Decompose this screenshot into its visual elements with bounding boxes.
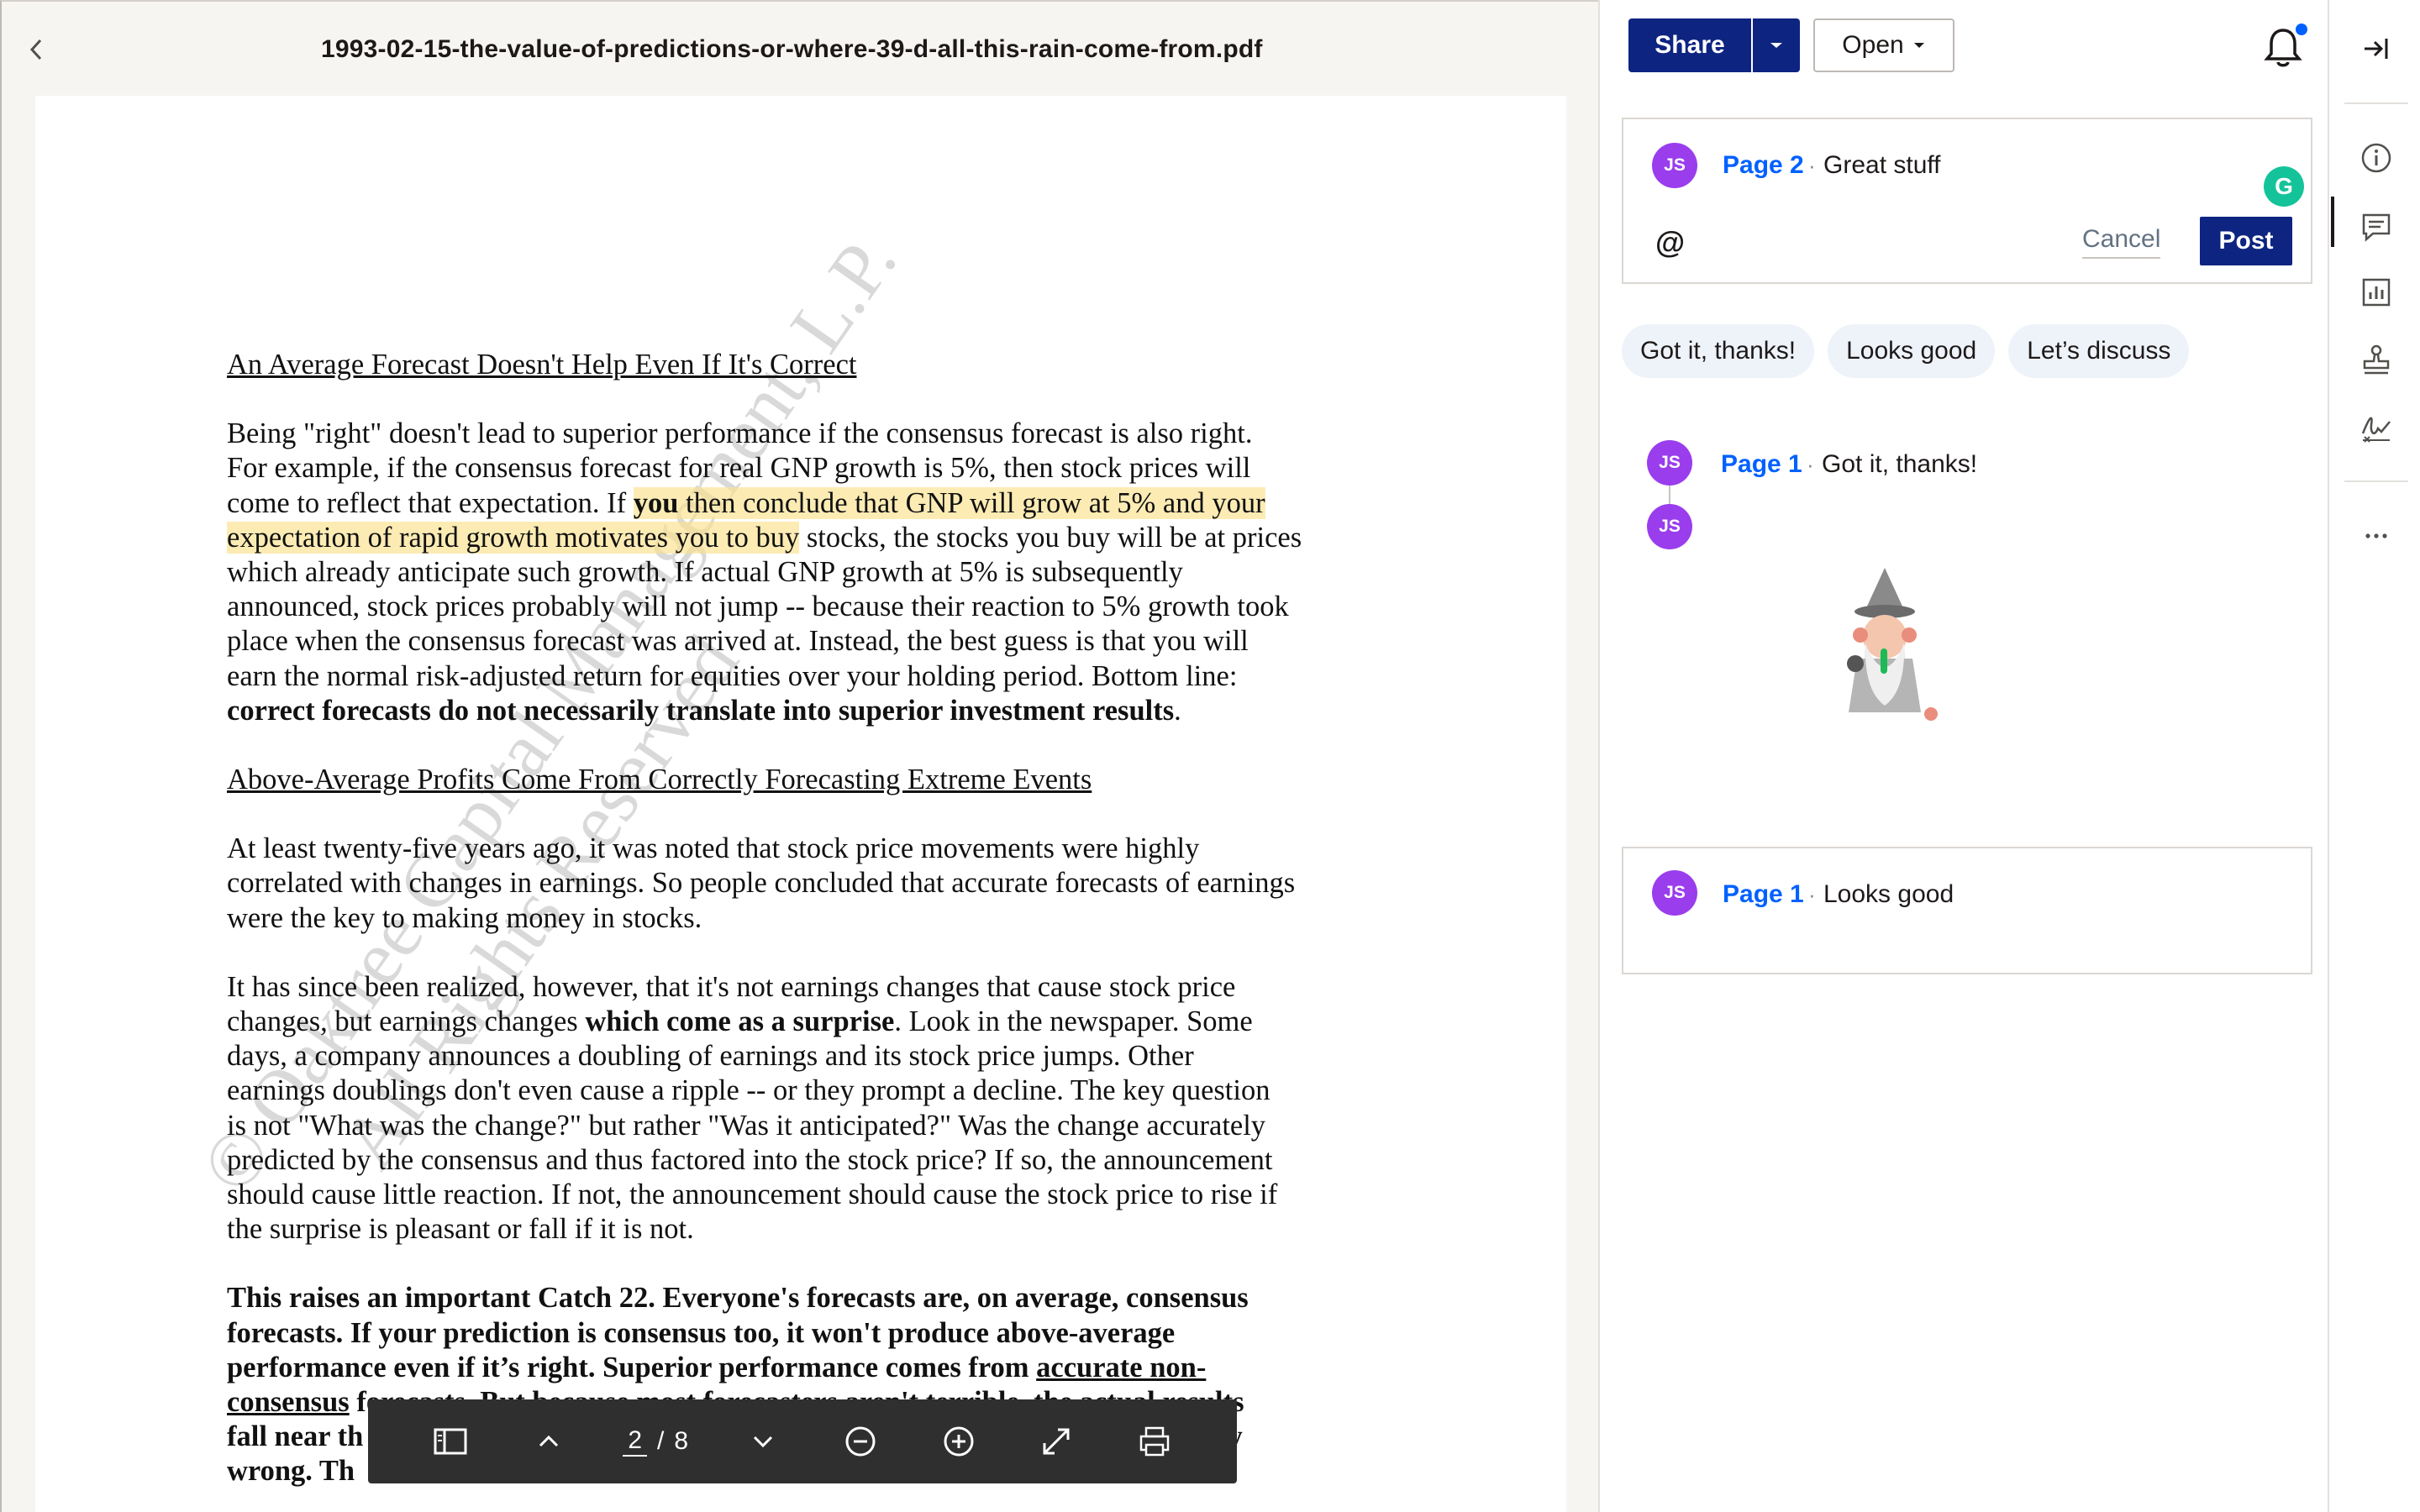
print-button[interactable] xyxy=(1131,1418,1178,1465)
zoom-in-icon xyxy=(944,1426,974,1457)
comment-text: Looks good xyxy=(1823,880,1954,908)
comments-button[interactable] xyxy=(2358,208,2395,245)
caret-down-icon xyxy=(1770,43,1782,48)
chevron-left-icon xyxy=(29,39,42,60)
total-pages: 8 xyxy=(674,1427,689,1455)
zoom-out-button[interactable] xyxy=(837,1418,884,1465)
page-toolbar: 2 / 8 xyxy=(368,1399,1237,1483)
caret-down-icon xyxy=(1913,43,1924,48)
active-indicator xyxy=(2331,197,2334,247)
fullscreen-button[interactable] xyxy=(1033,1418,1080,1465)
paragraph: At least twenty-five years ago, it was n… xyxy=(227,832,1296,934)
notification-dot xyxy=(2296,24,2307,35)
paragraph: It has since been realized, however, tha… xyxy=(227,970,1278,1246)
quick-reply-chip[interactable]: Let’s discuss xyxy=(2008,324,2190,378)
info-icon xyxy=(2361,143,2391,173)
rail-divider xyxy=(2344,102,2408,104)
avatar: JS xyxy=(1652,143,1697,188)
more-icon xyxy=(2365,533,2387,538)
highlight[interactable]: expectation of rapid growth motivates yo… xyxy=(227,521,800,554)
zoom-out-icon xyxy=(845,1426,876,1457)
pdf-page: © Oaktree Capital Management, L.P. All R… xyxy=(35,96,1566,1512)
avatar: JS xyxy=(1652,870,1697,916)
avatar: JS xyxy=(1647,440,1692,486)
current-page[interactable]: 2 xyxy=(623,1426,648,1457)
paragraph: Being "right" doesn't lead to superior p… xyxy=(227,417,1302,727)
quick-reply-chips: Got it, thanks! Looks good Let’s discuss xyxy=(1622,324,2190,378)
info-button[interactable] xyxy=(2358,139,2395,176)
next-page-button[interactable] xyxy=(739,1418,786,1465)
section-heading: Above-Average Profits Come From Correctl… xyxy=(227,764,1092,796)
signature-icon xyxy=(2361,417,2391,443)
collapse-panel-button[interactable] xyxy=(2358,30,2395,67)
page-link[interactable]: Page 1 xyxy=(1723,880,1804,909)
mention-button[interactable]: @ xyxy=(1655,225,1685,260)
page-link[interactable]: Page 1 xyxy=(1721,450,1802,479)
reply-avatar: JS xyxy=(1647,504,1692,549)
highlight[interactable]: you then conclude that GNP will grow at … xyxy=(633,486,1265,519)
quick-reply-chip[interactable]: Looks good xyxy=(1828,324,1996,378)
open-button[interactable]: Open xyxy=(1813,18,1954,72)
share-button[interactable]: Share xyxy=(1628,18,1751,72)
page-link[interactable]: Page 2 xyxy=(1723,151,1804,180)
quick-reply-chip[interactable]: Got it, thanks! xyxy=(1622,324,1815,378)
collapse-panel-icon xyxy=(2365,39,2388,59)
rail-divider xyxy=(2344,480,2408,482)
comments-panel: Share Open JS Page 2 · Great stuff G @ C… xyxy=(1598,0,2328,1512)
zoom-in-button[interactable] xyxy=(935,1418,982,1465)
share-dropdown-button[interactable] xyxy=(1751,18,1800,72)
more-button[interactable] xyxy=(2358,517,2395,554)
section-heading: An Average Forecast Doesn't Help Even If… xyxy=(227,349,857,381)
wizard-illustration-icon xyxy=(1847,568,1938,721)
comment-input[interactable]: Great stuff xyxy=(1823,151,1941,180)
chevron-down-icon xyxy=(753,1436,772,1448)
file-title: 1993-02-15-the-value-of-predictions-or-w… xyxy=(321,35,1263,63)
right-rail xyxy=(2328,0,2420,1512)
expand-icon xyxy=(1043,1428,1070,1455)
stamp-icon xyxy=(2363,344,2390,375)
print-icon xyxy=(1139,1426,1169,1457)
grammarly-icon[interactable]: G xyxy=(2264,166,2304,207)
page-indicator[interactable]: 2 / 8 xyxy=(623,1426,688,1457)
cancel-button[interactable]: Cancel xyxy=(2082,225,2161,259)
document-text: An Average Forecast Doesn't Help Even If… xyxy=(227,348,1403,1512)
comment-icon xyxy=(2362,213,2391,242)
insights-button[interactable] xyxy=(2358,274,2395,311)
toggle-thumbnails-button[interactable] xyxy=(427,1418,474,1465)
document-viewer: 1993-02-15-the-value-of-predictions-or-w… xyxy=(0,0,1598,1512)
stats-icon xyxy=(2362,278,2391,307)
post-button[interactable]: Post xyxy=(2200,217,2292,265)
comment-text: Got it, thanks! xyxy=(1822,450,1978,478)
sidebar-icon xyxy=(434,1428,467,1455)
comment-compose-card[interactable]: JS Page 2 · Great stuff G @ Cancel Post xyxy=(1622,118,2312,284)
signature-button[interactable] xyxy=(2358,408,2395,445)
chevron-up-icon xyxy=(539,1435,558,1447)
stamp-button[interactable] xyxy=(2358,341,2395,378)
share-group: Share xyxy=(1628,18,1800,72)
comment-card[interactable]: JS Page 1 · Looks good xyxy=(1622,847,2312,974)
back-button[interactable] xyxy=(24,34,49,66)
previous-page-button[interactable] xyxy=(525,1418,572,1465)
